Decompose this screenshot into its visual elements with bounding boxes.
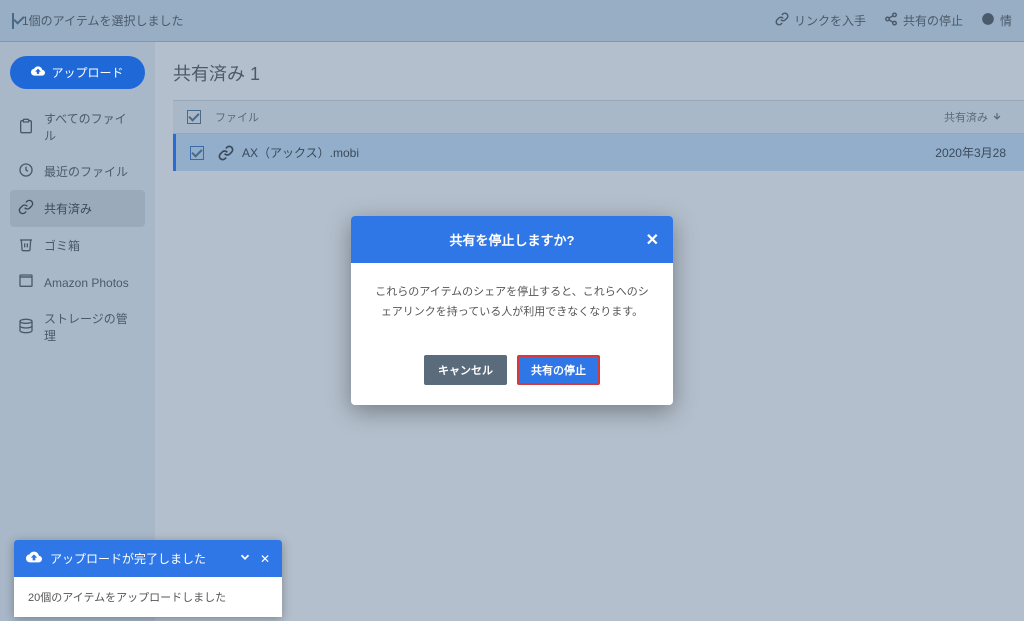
- cancel-button[interactable]: キャンセル: [424, 355, 507, 385]
- toast-close-button[interactable]: ✕: [260, 552, 270, 566]
- stop-sharing-modal: 共有を停止しますか? ✕ これらのアイテムのシェアを停止すると、これらへのシェア…: [351, 216, 673, 405]
- cloud-upload-icon: [26, 549, 42, 568]
- modal-title: 共有を停止しますか?: [450, 230, 575, 249]
- modal-body: これらのアイテムのシェアを停止すると、これらへのシェアリンクを持っている人が利用…: [351, 263, 673, 343]
- toast-body: 20個のアイテムをアップロードしました: [14, 577, 282, 617]
- close-icon: ✕: [646, 232, 659, 249]
- confirm-stop-button[interactable]: 共有の停止: [517, 355, 600, 385]
- modal-overlay: 共有を停止しますか? ✕ これらのアイテムのシェアを停止すると、これらへのシェア…: [0, 0, 1024, 621]
- modal-footer: キャンセル 共有の停止: [351, 343, 673, 405]
- modal-close-button[interactable]: ✕: [646, 230, 659, 250]
- chevron-down-icon: [238, 553, 252, 567]
- toast-title: アップロードが完了しました: [50, 550, 206, 567]
- close-icon: ✕: [260, 552, 270, 566]
- modal-header: 共有を停止しますか? ✕: [351, 216, 673, 263]
- toast-collapse-button[interactable]: [238, 550, 252, 567]
- upload-toast: アップロードが完了しました ✕ 20個のアイテムをアップロードしました: [14, 540, 282, 617]
- toast-header: アップロードが完了しました ✕: [14, 540, 282, 577]
